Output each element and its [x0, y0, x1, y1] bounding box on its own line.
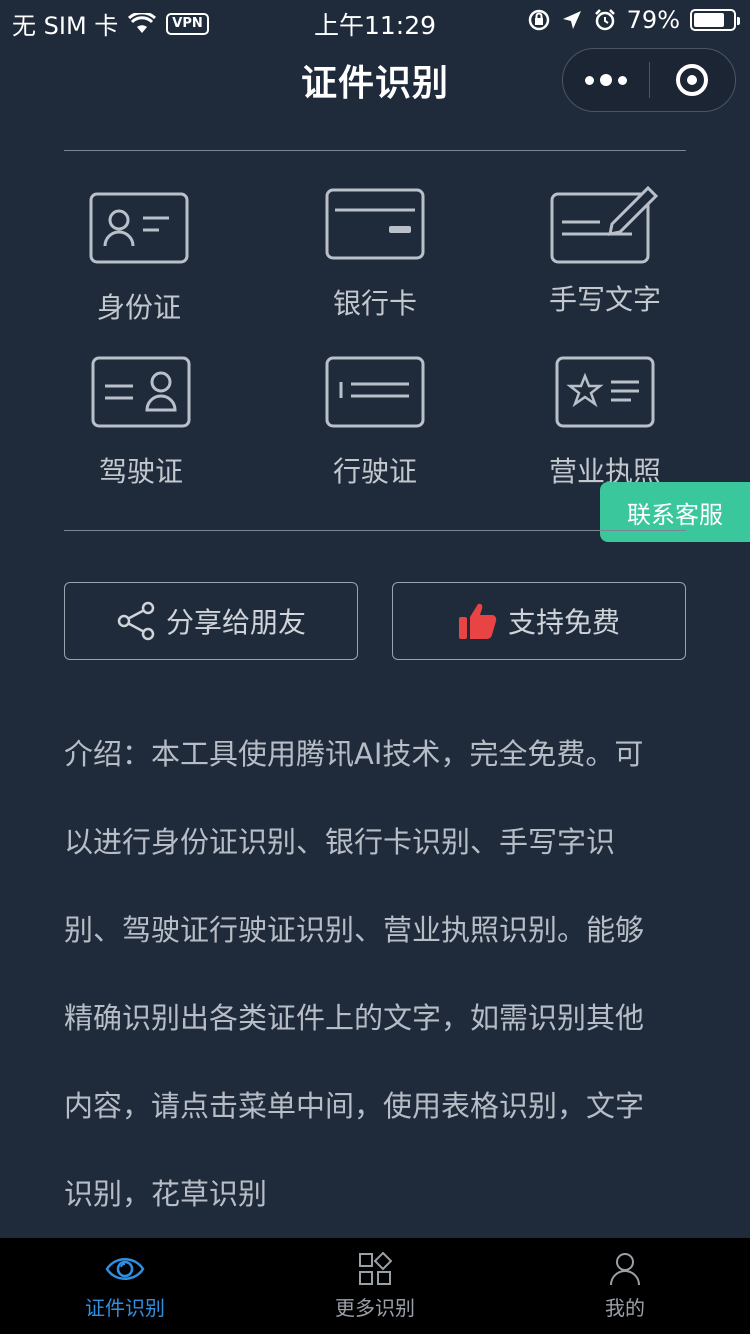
bank-card-icon	[325, 188, 425, 260]
eye-icon	[105, 1258, 145, 1280]
alarm-icon	[594, 9, 615, 31]
share-button[interactable]: 分享给朋友	[64, 582, 358, 660]
mini-program-capsule	[562, 48, 736, 112]
tab-mine[interactable]: 我的	[500, 1238, 750, 1334]
tab-more-recognition[interactable]: 更多识别	[250, 1238, 500, 1334]
intro-text: 介绍：本工具使用腾讯AI技术，完全免费。可 以进行身份证识别、银行卡识别、手写字…	[64, 710, 686, 1238]
tab-id-recognition[interactable]: 证件识别	[0, 1238, 250, 1334]
intro-line: 以进行身份证识别、银行卡识别、手写字识	[64, 825, 616, 859]
business-license-icon	[555, 356, 655, 428]
intro-line: 介绍：本工具使用腾讯AI技术，完全免费。可	[64, 737, 644, 771]
share-label: 分享给朋友	[165, 606, 306, 639]
grid-item-id-card[interactable]: 身份证	[39, 192, 239, 326]
vehicle-license-icon	[325, 356, 425, 428]
more-dot-icon	[584, 75, 594, 85]
more-button[interactable]	[563, 49, 649, 111]
more-dot-icon	[599, 74, 612, 86]
grid-item-business-license[interactable]: 营业执照	[505, 356, 705, 490]
battery-icon	[690, 9, 740, 31]
grid-label: 手写文字	[548, 283, 661, 316]
grid-item-vehicle-license[interactable]: 行驶证	[275, 356, 475, 490]
status-bar: 无 SIM 卡 VPN 上午11:29 79%	[0, 0, 750, 40]
tab-bar: 证件识别 更多识别 我的	[0, 1238, 750, 1334]
intro-line: 识别，花草识别	[64, 1177, 268, 1211]
tab-label: 证件识别	[85, 1296, 165, 1320]
driver-license-icon	[91, 356, 191, 428]
share-icon	[117, 601, 155, 641]
status-right: 79%	[527, 6, 740, 34]
support-free-button[interactable]: 支持免费	[392, 582, 686, 660]
thumbs-up-icon	[458, 603, 497, 639]
support-label: 支持免费	[507, 606, 620, 639]
grid-item-driver-license[interactable]: 驾驶证	[41, 356, 241, 490]
tab-label: 更多识别	[335, 1296, 415, 1320]
tab-label: 我的	[605, 1296, 645, 1320]
contact-service-button[interactable]: 联系客服	[600, 482, 750, 542]
more-dot-icon	[617, 75, 627, 85]
grid-label: 行驶证	[332, 455, 417, 488]
top-divider	[64, 150, 686, 151]
grid-item-bank-card[interactable]: 银行卡	[275, 188, 475, 322]
rotation-lock-icon	[528, 9, 549, 31]
user-icon	[610, 1253, 640, 1286]
grid-apps-icon	[359, 1252, 392, 1285]
intro-line: 别、驾驶证行驶证识别、营业执照识别。能够	[64, 913, 645, 947]
grid-label: 银行卡	[332, 287, 417, 320]
battery-percent: 79%	[626, 6, 680, 34]
id-card-icon	[89, 192, 189, 264]
handwriting-icon	[550, 185, 659, 264]
close-target-icon	[676, 64, 709, 96]
intro-line: 内容，请点击菜单中间，使用表格识别，文字	[64, 1089, 645, 1123]
grid-label: 身份证	[96, 291, 181, 324]
intro-line: 精确识别出各类证件上的文字，如需识别其他	[64, 1001, 645, 1035]
location-icon	[562, 11, 581, 29]
battery-fill	[694, 13, 725, 27]
grid-item-handwriting[interactable]: 手写文字	[505, 184, 705, 318]
middle-divider	[64, 530, 686, 531]
grid-label: 驾驶证	[98, 455, 183, 488]
close-button[interactable]	[650, 49, 736, 111]
